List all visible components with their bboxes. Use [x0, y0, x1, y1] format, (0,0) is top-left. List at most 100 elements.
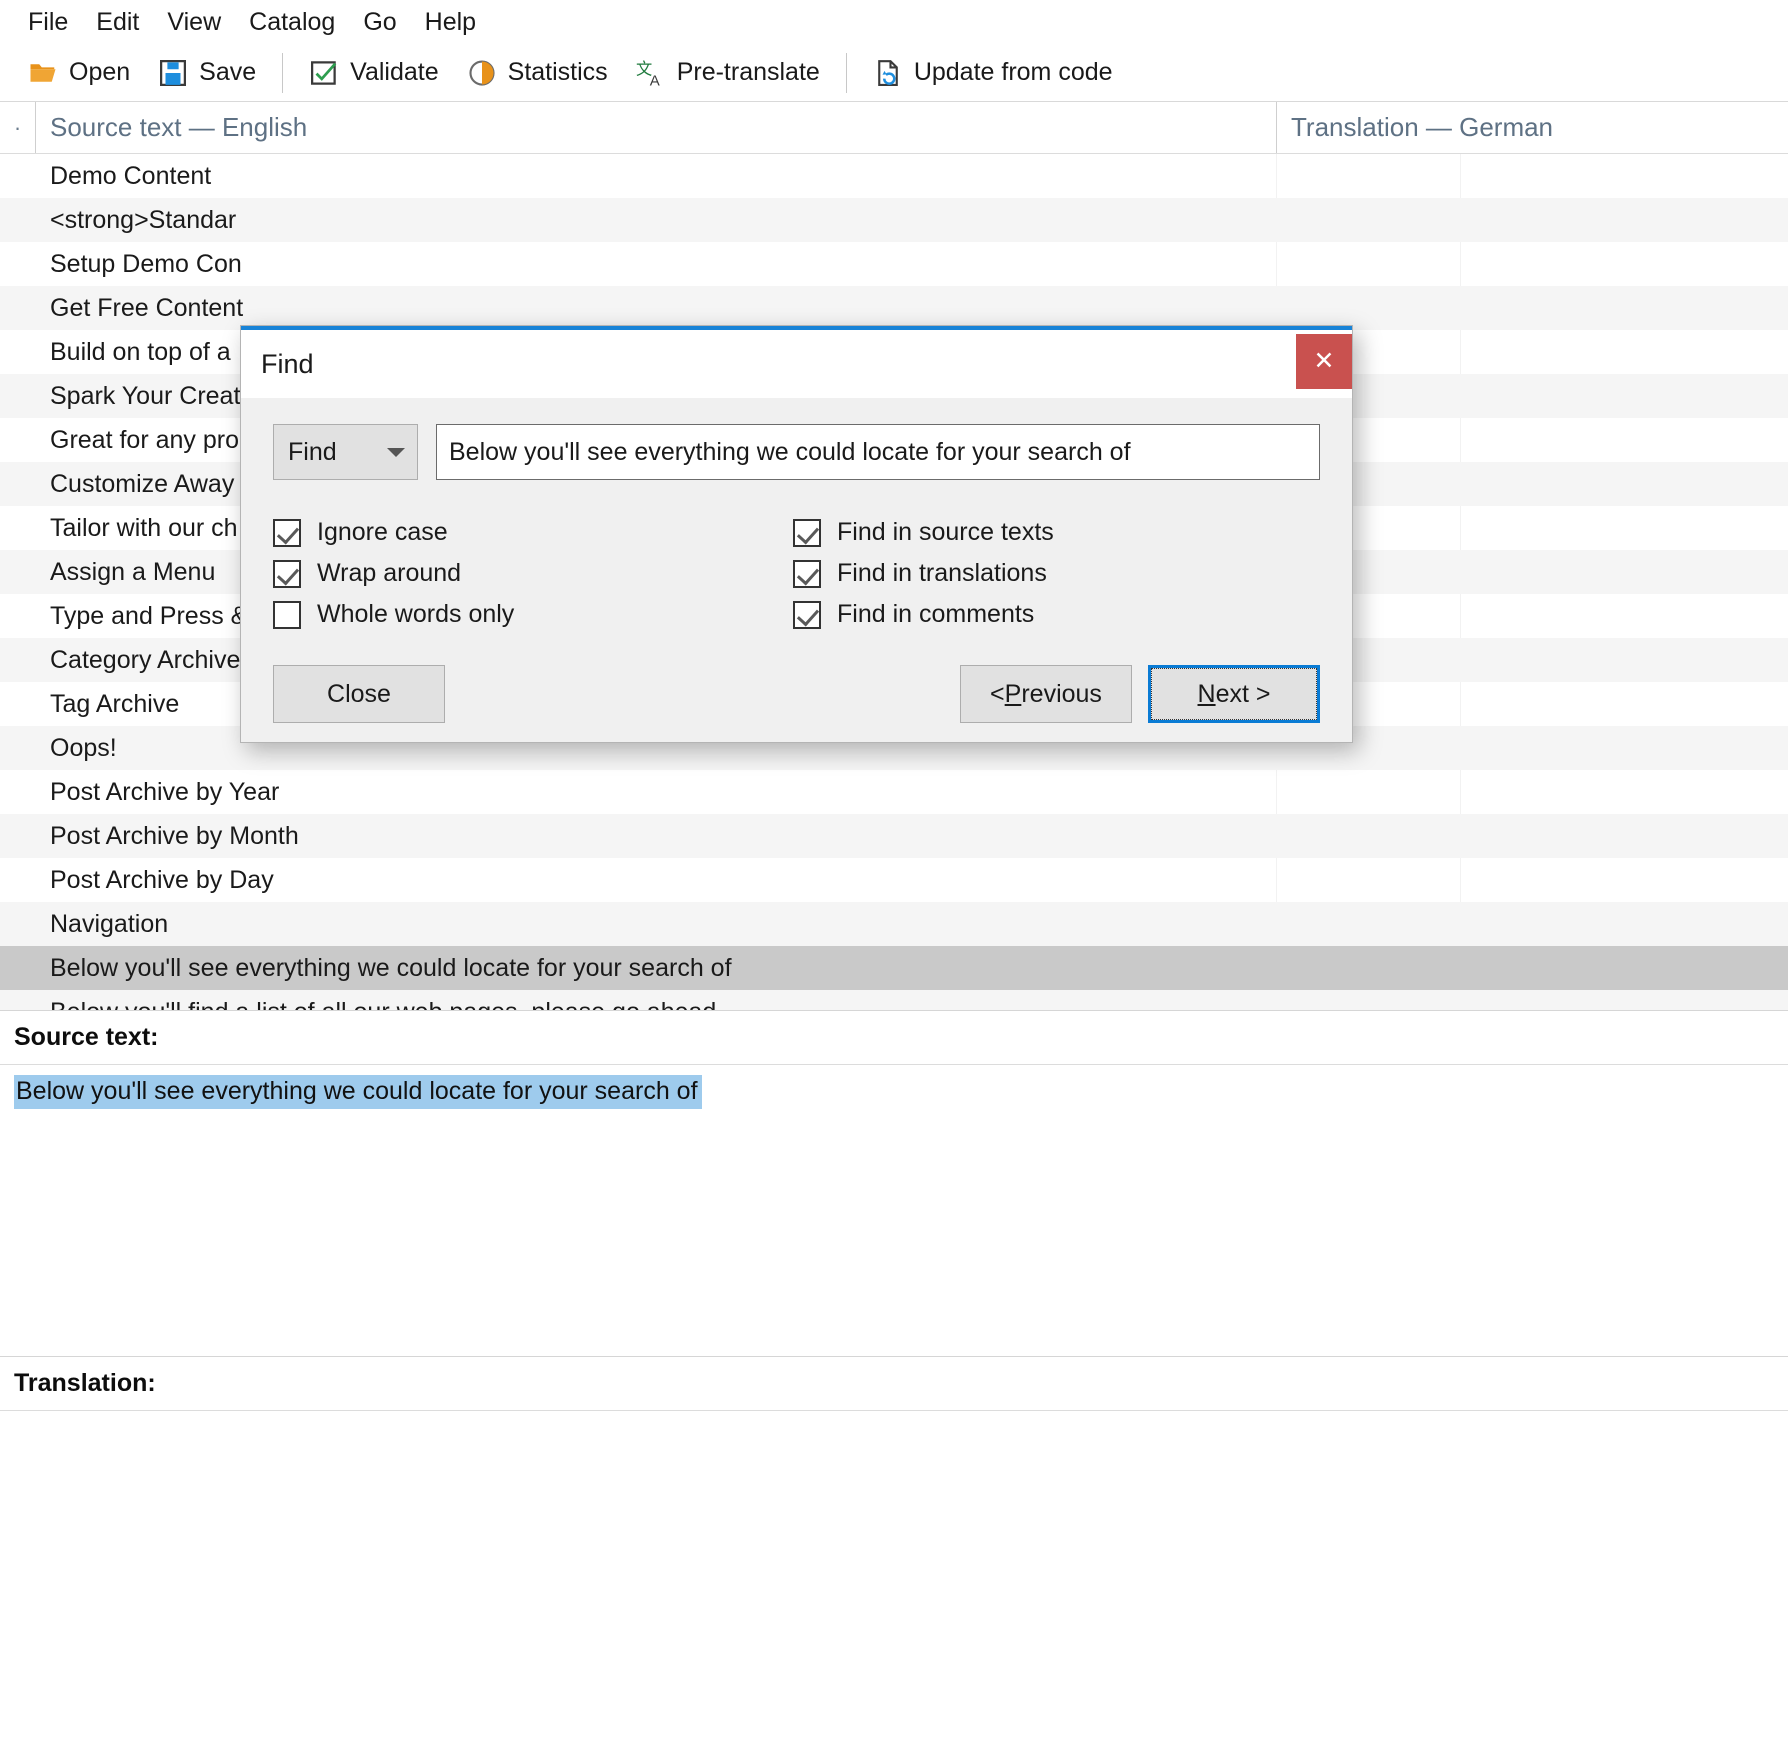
chevron-down-icon: [387, 448, 405, 457]
find-options-right: Find in source texts Find in translation…: [793, 512, 1320, 635]
row-source-text: Below you'll find a list of all our web …: [50, 998, 716, 1011]
row-source-text: Great for any pro: [50, 426, 239, 455]
dialog-button-row: Close < Previous Next >: [273, 665, 1320, 723]
menu-edit[interactable]: Edit: [82, 8, 153, 37]
table-row[interactable]: Navigation: [0, 902, 1788, 946]
open-button[interactable]: Open: [14, 54, 144, 92]
toolbar-separator-2: [846, 53, 847, 93]
checkbox-whole-words-only[interactable]: Whole words only: [273, 594, 793, 635]
close-button[interactable]: Close: [273, 665, 445, 723]
update-from-code-button-label: Update from code: [914, 58, 1113, 87]
checkbox-wrap-around-box[interactable]: [273, 560, 301, 588]
find-mode-select[interactable]: Find: [273, 424, 418, 480]
next-button[interactable]: Next >: [1151, 668, 1317, 720]
checkbox-whole-words-only-box[interactable]: [273, 601, 301, 629]
column-header: · Source text — English Translation — Ge…: [0, 102, 1788, 154]
gutter-header[interactable]: ·: [0, 102, 36, 153]
menu-go[interactable]: Go: [349, 8, 410, 37]
statistics-button[interactable]: Statistics: [453, 54, 622, 92]
checkbox-whole-words-only-label: Whole words only: [317, 600, 514, 629]
table-row[interactable]: Post Archive by Day: [0, 858, 1788, 902]
row-source-text: Oops!: [50, 734, 117, 763]
row-source-text: Category Archive: [50, 646, 240, 675]
table-row[interactable]: Post Archive by Month: [0, 814, 1788, 858]
table-row[interactable]: <strong>Standar: [0, 198, 1788, 242]
checkbox-ignore-case-box[interactable]: [273, 519, 301, 547]
close-icon[interactable]: ✕: [1296, 334, 1352, 389]
pre-translate-button-label: Pre-translate: [677, 58, 820, 87]
checkbox-ignore-case-label: Ignore case: [317, 518, 448, 547]
pie-chart-icon: [467, 58, 497, 88]
next-button-focus-ring: Next >: [1148, 665, 1320, 723]
checkbox-find-in-translations[interactable]: Find in translations: [793, 553, 1320, 594]
checkbox-find-in-translations-label: Find in translations: [837, 559, 1047, 588]
row-source-text: Build on top of a: [50, 338, 231, 367]
row-source-text: Setup Demo Con: [50, 250, 242, 279]
previous-button[interactable]: < Previous: [960, 665, 1132, 723]
dialog-title-bar[interactable]: Find ✕: [241, 326, 1352, 398]
table-row[interactable]: Below you'll find a list of all our web …: [0, 990, 1788, 1010]
previous-button-rest: revious: [1021, 680, 1102, 709]
save-button-label: Save: [199, 58, 256, 87]
checkbox-find-in-translations-box[interactable]: [793, 560, 821, 588]
open-button-label: Open: [69, 58, 130, 87]
checkbox-find-in-source-texts-box[interactable]: [793, 519, 821, 547]
translation-label: Translation:: [0, 1356, 1788, 1410]
source-text-editor[interactable]: Below you'll see everything we could loc…: [0, 1064, 1788, 1356]
source-text-value: Below you'll see everything we could loc…: [14, 1075, 702, 1109]
menu-file[interactable]: File: [14, 8, 82, 37]
find-mode-value: Find: [288, 438, 337, 467]
dialog-body: Find Ignore case Wrap around: [241, 398, 1352, 723]
table-row[interactable]: Setup Demo Con: [0, 242, 1788, 286]
menu-bar: File Edit View Catalog Go Help: [0, 0, 1788, 44]
row-source-text: Post Archive by Month: [50, 822, 299, 851]
row-source-text: Post Archive by Day: [50, 866, 274, 895]
menu-view[interactable]: View: [153, 8, 235, 37]
checkbox-find-in-comments-box[interactable]: [793, 601, 821, 629]
row-source-text: Navigation: [50, 910, 168, 939]
floppy-disk-icon: [158, 58, 188, 88]
catalog-list[interactable]: Demo Content <strong>Standar Setup Demo …: [0, 154, 1788, 1010]
row-source-text: Spark Your Creati: [50, 382, 246, 411]
save-button[interactable]: Save: [144, 54, 270, 92]
statistics-button-label: Statistics: [508, 58, 608, 87]
find-dialog[interactable]: Find ✕ Find Ignore case: [240, 325, 1353, 743]
table-row[interactable]: Demo Content: [0, 154, 1788, 198]
table-row[interactable]: Post Archive by Year: [0, 770, 1788, 814]
pre-translate-button[interactable]: 文 A Pre-translate: [622, 54, 834, 92]
find-options: Ignore case Wrap around Whole words only: [273, 512, 1320, 635]
source-text-label: Source text:: [0, 1010, 1788, 1064]
row-source-text: Demo Content: [50, 162, 211, 191]
checkbox-ignore-case[interactable]: Ignore case: [273, 512, 793, 553]
menu-help[interactable]: Help: [411, 8, 490, 37]
find-query-row: Find: [273, 424, 1320, 480]
menu-catalog[interactable]: Catalog: [235, 8, 349, 37]
checkbox-find-in-comments[interactable]: Find in comments: [793, 594, 1320, 635]
dialog-title: Find: [241, 349, 314, 380]
next-button-rest: ext >: [1216, 680, 1271, 709]
checkbox-find-in-comments-label: Find in comments: [837, 600, 1034, 629]
row-source-text: Customize Away: [50, 470, 234, 499]
toolbar-separator: [282, 53, 283, 93]
validate-button[interactable]: Validate: [295, 54, 453, 92]
checkbox-wrap-around-label: Wrap around: [317, 559, 461, 588]
checkbox-wrap-around[interactable]: Wrap around: [273, 553, 793, 594]
source-column-header[interactable]: Source text — English: [36, 112, 1276, 143]
row-source-text: Below you'll see everything we could loc…: [50, 954, 732, 983]
row-source-text: Tailor with our ch: [50, 514, 238, 543]
update-from-code-button[interactable]: Update from code: [859, 54, 1127, 92]
bottom-panes: Source text: Below you'll see everything…: [0, 1010, 1788, 1714]
translation-editor[interactable]: [0, 1410, 1788, 1714]
toolbar: Open Save Validate: [0, 44, 1788, 102]
row-source-text: Assign a Menu: [50, 558, 215, 587]
checkbox-find-in-source-texts[interactable]: Find in source texts: [793, 512, 1320, 553]
translate-icon: 文 A: [636, 58, 666, 88]
row-source-text: Post Archive by Year: [50, 778, 279, 807]
find-options-left: Ignore case Wrap around Whole words only: [273, 512, 793, 635]
translation-column-header[interactable]: Translation — German: [1277, 112, 1788, 143]
row-source-text: <strong>Standar: [50, 206, 236, 235]
find-input[interactable]: [436, 424, 1320, 480]
svg-text:A: A: [649, 72, 659, 88]
table-row-selected[interactable]: Below you'll see everything we could loc…: [0, 946, 1788, 990]
table-row[interactable]: Get Free Content: [0, 286, 1788, 330]
